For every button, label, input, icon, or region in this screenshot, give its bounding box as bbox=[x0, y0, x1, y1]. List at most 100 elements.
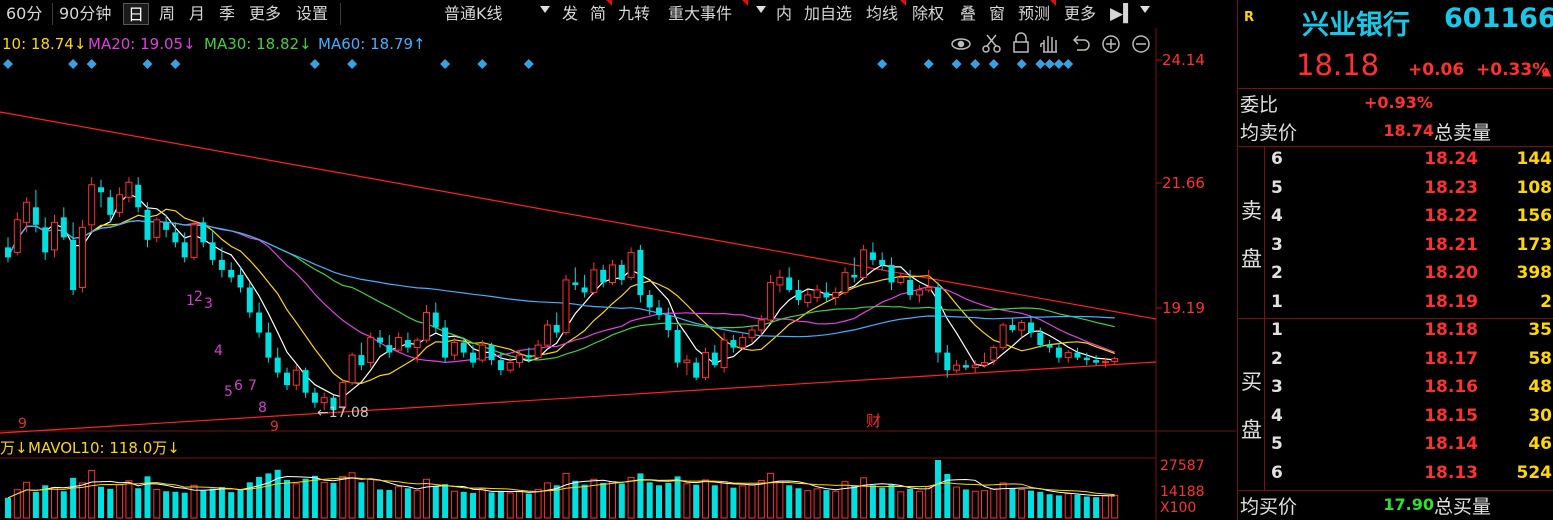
volume-bar bbox=[488, 492, 495, 518]
price-change: +0.06 bbox=[1408, 60, 1465, 80]
volume-axis-label: 27587 bbox=[1160, 458, 1205, 474]
bid-row[interactable]: 1 18.18 35 bbox=[1238, 320, 1553, 348]
candle-body bbox=[153, 219, 161, 238]
kline-type-select[interactable]: 普通K线 bbox=[440, 3, 507, 25]
volume-bar bbox=[627, 477, 635, 519]
ask-row[interactable]: 3 18.21 173 bbox=[1238, 235, 1553, 263]
candle-body bbox=[730, 340, 737, 348]
volume-bar bbox=[581, 484, 588, 518]
candle-body bbox=[125, 181, 133, 198]
td-number: 2 bbox=[194, 289, 203, 305]
volume-bar bbox=[525, 493, 532, 518]
moving-average-button[interactable]: 均线 bbox=[862, 3, 902, 25]
td-number: 4 bbox=[214, 343, 223, 359]
volume-bar bbox=[609, 481, 616, 519]
volume-bar bbox=[237, 489, 244, 518]
volume-bar bbox=[925, 486, 933, 519]
candle-body bbox=[990, 347, 998, 361]
volume-bar bbox=[962, 489, 969, 518]
ex-rights-button[interactable]: 除权 bbox=[908, 3, 948, 25]
volume-bar bbox=[841, 481, 849, 519]
candle-body bbox=[413, 339, 421, 349]
ask-row[interactable]: 2 18.20 398 bbox=[1238, 263, 1553, 291]
candle-body bbox=[1101, 361, 1109, 364]
bid-row[interactable]: 3 18.16 48 bbox=[1238, 377, 1553, 405]
avg-buy-label: 均买价 bbox=[1240, 496, 1298, 518]
candle-body bbox=[516, 354, 523, 364]
volume-bar bbox=[358, 482, 365, 518]
volume-bar bbox=[386, 490, 393, 518]
volume-bar bbox=[888, 484, 895, 518]
period-90min[interactable]: 90分钟 bbox=[55, 3, 115, 25]
more-button[interactable]: 更多 bbox=[1060, 3, 1100, 25]
candle-body bbox=[804, 294, 812, 303]
ask-level: 4 bbox=[1271, 206, 1283, 227]
ask-level: 2 bbox=[1271, 263, 1283, 284]
period-day[interactable]: 日 bbox=[123, 3, 150, 25]
volume-bar bbox=[674, 476, 681, 518]
candle-body bbox=[525, 355, 532, 358]
period-week[interactable]: 周 bbox=[155, 3, 179, 25]
candle-body bbox=[218, 259, 225, 270]
volume-bar bbox=[1101, 495, 1109, 519]
volume-bar bbox=[730, 487, 737, 518]
bid-row[interactable]: 4 18.15 30 bbox=[1238, 406, 1553, 434]
volume-bar bbox=[413, 490, 421, 519]
ask-row[interactable]: 5 18.23 108 bbox=[1238, 178, 1553, 206]
ask-row[interactable]: 1 18.19 2 bbox=[1238, 292, 1553, 320]
chevron-down-icon[interactable] bbox=[1140, 6, 1150, 13]
volume-bar bbox=[135, 488, 142, 518]
bid-row[interactable]: 5 18.14 46 bbox=[1238, 434, 1553, 462]
ma20-legend: MA20: 19.05↓ bbox=[88, 35, 196, 53]
candle-body bbox=[442, 327, 449, 358]
fa-button[interactable]: 发 bbox=[558, 3, 582, 25]
volume-bar bbox=[265, 473, 272, 518]
bid-row[interactable]: 2 18.17 58 bbox=[1238, 349, 1553, 377]
toolbar-separator bbox=[340, 3, 341, 25]
volume-bar bbox=[832, 490, 840, 519]
window-button[interactable]: 窗 bbox=[985, 3, 1009, 25]
volume-bar bbox=[51, 487, 58, 519]
simple-button[interactable]: 简 bbox=[586, 3, 610, 25]
volume-bar bbox=[767, 472, 775, 519]
major-events-button[interactable]: 重大事件 bbox=[664, 3, 736, 25]
candle-body bbox=[209, 242, 216, 260]
candle-body bbox=[348, 354, 356, 384]
volume-bar bbox=[98, 486, 104, 518]
period-month[interactable]: 月 bbox=[185, 3, 209, 25]
candle-body bbox=[78, 226, 86, 288]
inner-button[interactable]: 内 bbox=[772, 3, 796, 25]
volume-bar bbox=[618, 483, 625, 518]
chevron-down-icon[interactable] bbox=[540, 6, 550, 13]
forecast-button[interactable]: 预测 bbox=[1014, 3, 1054, 25]
candle-body bbox=[656, 307, 662, 316]
volume-legend: 万↓ bbox=[0, 439, 28, 457]
candle-body bbox=[786, 277, 793, 290]
candle-body bbox=[860, 249, 868, 278]
overlay-button[interactable]: 叠 bbox=[956, 3, 980, 25]
ask-row[interactable]: 6 18.24 144 bbox=[1238, 149, 1553, 177]
period-more[interactable]: 更多 bbox=[245, 3, 285, 25]
ask-row[interactable]: 4 18.22 156 bbox=[1238, 206, 1553, 234]
ask-volume: 2 bbox=[1540, 292, 1552, 312]
period-60min[interactable]: 60分 bbox=[2, 3, 46, 25]
chevron-down-icon[interactable] bbox=[756, 6, 766, 13]
candle-body bbox=[813, 289, 821, 298]
bid-row[interactable]: 6 18.13 524 bbox=[1238, 463, 1553, 491]
bid-volume: 524 bbox=[1516, 463, 1553, 483]
volume-bar bbox=[478, 488, 486, 519]
financial-report-marker[interactable]: 财 bbox=[866, 412, 881, 430]
candle-body bbox=[981, 362, 988, 366]
candle-body bbox=[637, 249, 644, 295]
period-quarter[interactable]: 季 bbox=[215, 3, 239, 25]
volume-bar bbox=[813, 488, 821, 519]
candle-body bbox=[460, 342, 467, 353]
add-watchlist-button[interactable]: 加自选 bbox=[800, 3, 856, 25]
candle-body bbox=[693, 362, 700, 378]
candle-body bbox=[135, 184, 142, 208]
settings-button[interactable]: 设置 bbox=[292, 3, 332, 25]
nine-turn-button[interactable]: 九转 bbox=[614, 3, 654, 25]
chart-toolbar: 60分 90分钟 日 周 月 季 更多 设置 普通K线 发 简 九转 重大事件 … bbox=[0, 0, 1236, 29]
expand-panel-icon[interactable]: ▶▍ bbox=[1106, 3, 1140, 25]
kline-chart[interactable]: 10: 18.74↓ MA20: 19.05↓ MA30: 18.82↓ MA6… bbox=[0, 28, 1236, 520]
